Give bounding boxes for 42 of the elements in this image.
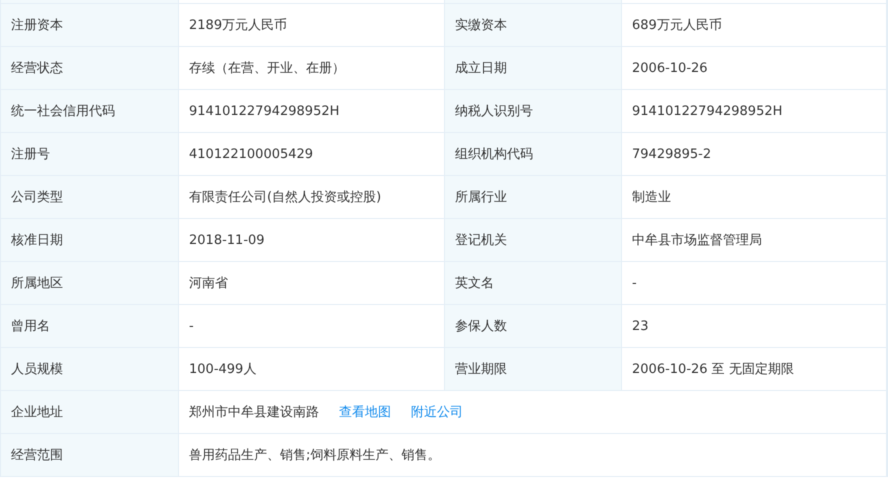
field-label: 纳税人识别号 — [445, 90, 622, 133]
field-value: - — [622, 262, 887, 305]
link[interactable]: 查看地图 — [339, 403, 391, 421]
field-label: 注册号 — [1, 133, 179, 176]
field-label: 注册资本 — [1, 4, 179, 47]
link[interactable]: 附近公司 — [411, 403, 463, 421]
field-value: 2006-10-26 — [622, 47, 887, 90]
field-label: 核准日期 — [1, 219, 179, 262]
field-label: 经营状态 — [1, 47, 179, 90]
field-value: 23 — [622, 305, 887, 348]
field-label: 登记机关 — [445, 219, 622, 262]
field-value: 中牟县市场监督管理局 — [622, 219, 887, 262]
field-value: - — [179, 305, 445, 348]
field-value: 2006-10-26 至 无固定期限 — [622, 348, 887, 391]
field-value: 2018-11-09 — [179, 219, 445, 262]
field-label: 人员规模 — [1, 348, 179, 391]
field-label: 公司类型 — [1, 176, 179, 219]
field-value: 有限责任公司(自然人投资或控股) — [179, 176, 445, 219]
field-value: 郑州市中牟县建设南路 — [189, 404, 319, 421]
field-label: 经营范围 — [1, 434, 179, 477]
field-label: 统一社会信用代码 — [1, 90, 179, 133]
field-value: 91410122794298952H — [622, 90, 887, 133]
field-label: 所属行业 — [445, 176, 622, 219]
field-value: 制造业 — [622, 176, 887, 219]
field-value: 2189万元人民币 — [179, 4, 445, 47]
field-label: 营业期限 — [445, 348, 622, 391]
field-value: 存续（在营、开业、在册） — [179, 47, 445, 90]
field-value: 410122100005429 — [179, 133, 445, 176]
field-label: 实缴资本 — [445, 4, 622, 47]
field-value: 689万元人民币 — [622, 4, 887, 47]
field-label: 企业地址 — [1, 391, 179, 434]
field-label: 所属地区 — [1, 262, 179, 305]
field-label: 组织机构代码 — [445, 133, 622, 176]
field-value: 91410122794298952H — [179, 90, 445, 133]
field-label: 曾用名 — [1, 305, 179, 348]
field-label: 参保人数 — [445, 305, 622, 348]
field-label: 英文名 — [445, 262, 622, 305]
field-label: 成立日期 — [445, 47, 622, 90]
field-value: 100-499人 — [179, 348, 445, 391]
field-value: 兽用药品生产、销售;饲料原料生产、销售。 — [179, 434, 887, 477]
field-value: 79429895-2 — [622, 133, 887, 176]
field-value: 河南省 — [179, 262, 445, 305]
